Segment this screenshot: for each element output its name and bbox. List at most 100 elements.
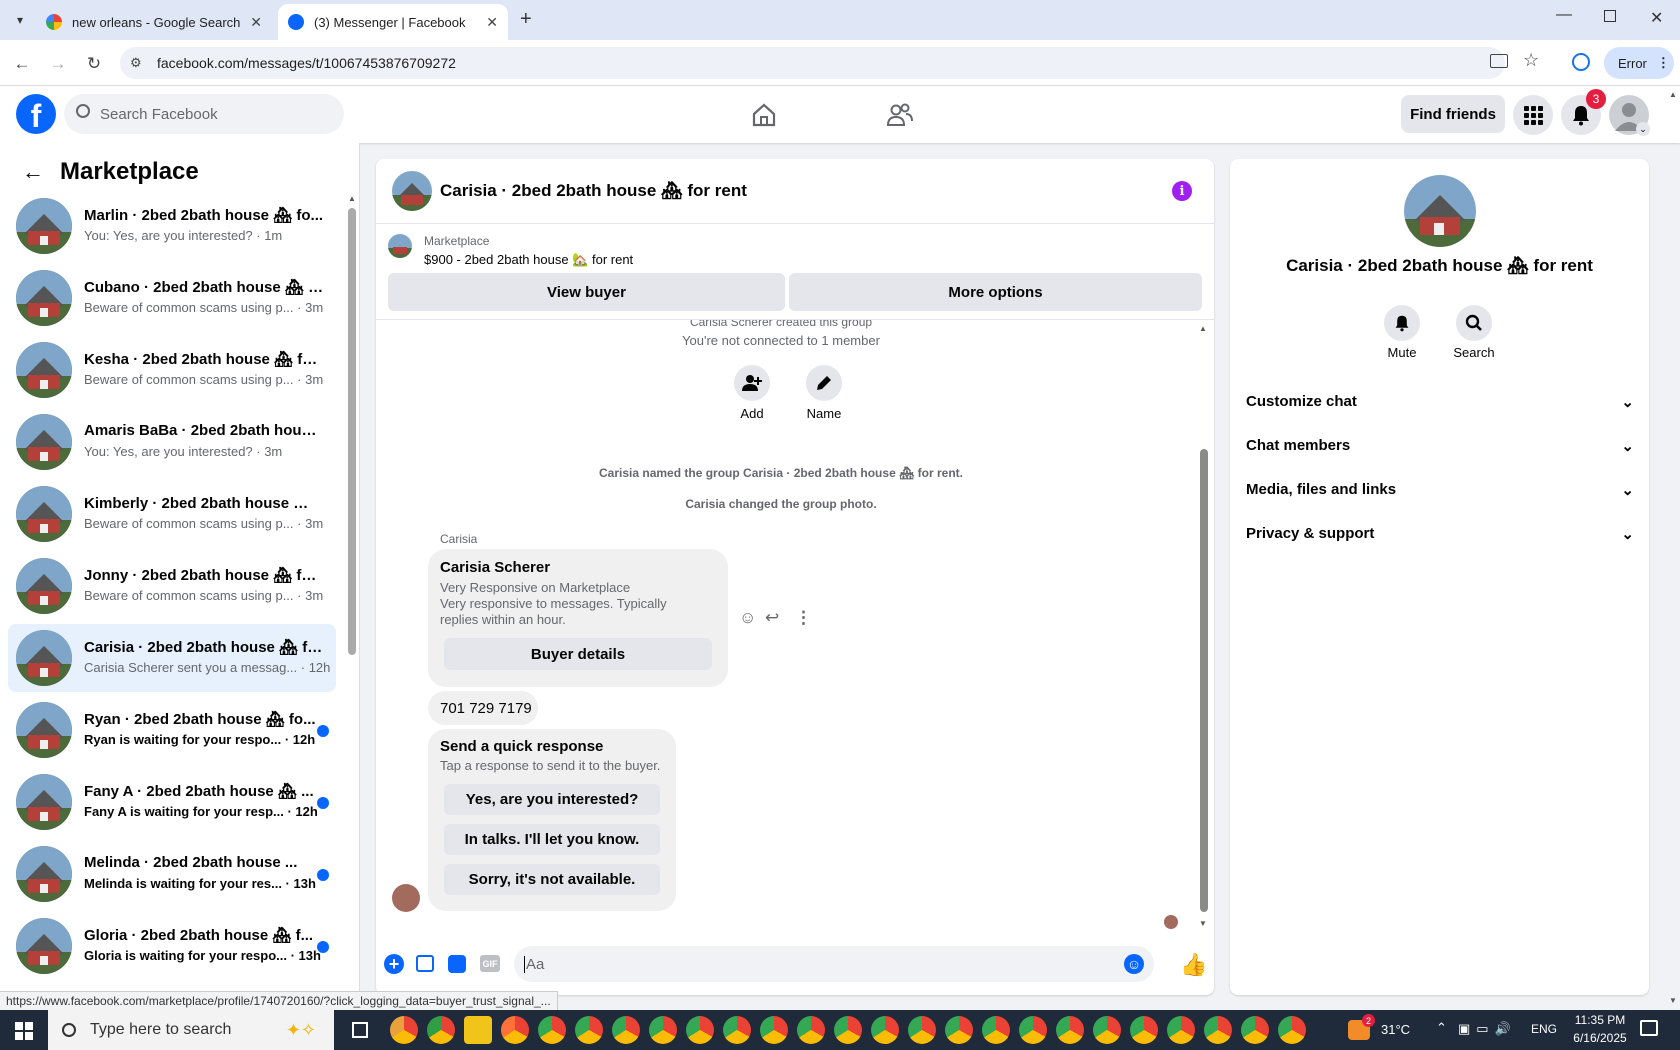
chat-scroll-down-arrow[interactable]: ▼ bbox=[1199, 919, 1207, 928]
customize-chat-section[interactable]: Customize chat ⌄ bbox=[1246, 393, 1634, 411]
chat-scroll-up-arrow[interactable]: ▲ bbox=[1199, 324, 1207, 333]
chrome-icon[interactable] bbox=[390, 1016, 418, 1044]
group-avatar[interactable] bbox=[392, 171, 432, 211]
conversation-list-scrollbar[interactable] bbox=[348, 208, 356, 655]
chrome-icon[interactable] bbox=[908, 1016, 936, 1044]
chrome-icon[interactable] bbox=[1056, 1016, 1084, 1044]
friends-icon[interactable] bbox=[886, 102, 914, 128]
chrome-icon[interactable] bbox=[871, 1016, 899, 1044]
like-icon[interactable]: 👍 bbox=[1180, 952, 1207, 978]
conversation-item[interactable]: Jonny · 2bed 2bath house 🏘 for... Beware … bbox=[8, 552, 336, 620]
chrome-icon[interactable] bbox=[1204, 1016, 1232, 1044]
new-tab-button[interactable]: + bbox=[520, 8, 532, 31]
restore-button[interactable] bbox=[1604, 10, 1616, 22]
install-icon[interactable] bbox=[1490, 54, 1508, 68]
plus-icon[interactable]: + bbox=[384, 954, 404, 974]
react-icon[interactable]: ☺ bbox=[739, 608, 756, 628]
chrome-icon[interactable] bbox=[686, 1016, 714, 1044]
chrome-icon[interactable] bbox=[1130, 1016, 1158, 1044]
clock-time[interactable]: 11:35 PM bbox=[1568, 1013, 1632, 1027]
conversation-item[interactable]: Kimberly · 2bed 2bath house 🏘 ... Beware … bbox=[8, 480, 336, 548]
chat-scrollbar[interactable] bbox=[1200, 449, 1208, 912]
conversation-item[interactable]: Fany A · 2bed 2bath house 🏘 ... Fany A is… bbox=[8, 768, 336, 836]
chrome-icon[interactable] bbox=[1241, 1016, 1269, 1044]
file-explorer-icon[interactable] bbox=[464, 1016, 492, 1044]
reply-icon[interactable]: ↩ bbox=[765, 608, 779, 628]
close-icon[interactable]: ✕ bbox=[486, 14, 498, 31]
chevron-down-icon[interactable]: ⌄ bbox=[1636, 122, 1650, 136]
facebook-logo-icon[interactable]: f bbox=[16, 94, 56, 134]
input-language[interactable]: ENG bbox=[1531, 1022, 1557, 1036]
scroll-up-arrow[interactable]: ▲ bbox=[348, 194, 356, 203]
emoji-icon[interactable]: ☺ bbox=[1124, 954, 1144, 974]
listing-thumbnail[interactable] bbox=[388, 234, 412, 258]
tab-search-icon[interactable]: ▾ bbox=[10, 10, 30, 30]
conversation-item[interactable]: Amaris BaBa · 2bed 2bath house... You: Ye… bbox=[8, 408, 336, 476]
taskbar-search-input[interactable]: Type here to search ✦✧ bbox=[48, 1010, 334, 1050]
info-icon[interactable]: i bbox=[1172, 181, 1192, 201]
chrome-icon[interactable] bbox=[1093, 1016, 1121, 1044]
conversation-item[interactable]: Marlin · 2bed 2bath house 🏘 fo... You: Ye… bbox=[8, 192, 336, 260]
facebook-search-input[interactable]: Search Facebook bbox=[64, 94, 344, 134]
profile-icon[interactable] bbox=[1572, 53, 1590, 71]
windows-start-icon[interactable] bbox=[15, 1022, 33, 1040]
sender-avatar[interactable] bbox=[392, 884, 420, 912]
conversation-item[interactable]: Ryan · 2bed 2bath house 🏘 fo... Ryan is w… bbox=[8, 696, 336, 764]
site-info-icon[interactable]: ⚙ bbox=[130, 55, 142, 71]
chrome-icon[interactable] bbox=[649, 1016, 677, 1044]
rename-group-button[interactable] bbox=[806, 365, 842, 401]
bookmark-star-icon[interactable]: ☆ bbox=[1523, 50, 1539, 71]
menu-grid-icon[interactable] bbox=[1513, 95, 1553, 135]
find-friends-button[interactable]: Find friends bbox=[1401, 95, 1505, 133]
chat-members-section[interactable]: Chat members ⌄ bbox=[1246, 437, 1634, 455]
quick-response-in-talks[interactable]: In talks. I'll let you know. bbox=[444, 824, 660, 855]
search-chat-button[interactable] bbox=[1456, 305, 1492, 341]
quick-response-not-available[interactable]: Sorry, it's not available. bbox=[444, 864, 660, 895]
conversation-item[interactable]: Melinda · 2bed 2bath house ... Melinda is… bbox=[8, 840, 336, 908]
quick-response-yes[interactable]: Yes, are you interested? bbox=[444, 784, 660, 815]
more-icon[interactable]: ⋮ bbox=[795, 608, 812, 628]
chrome-icon[interactable] bbox=[1019, 1016, 1047, 1044]
profile-error-button[interactable]: Error ⋮ bbox=[1604, 47, 1674, 79]
group-photo[interactable] bbox=[1404, 175, 1476, 247]
listing-title[interactable]: $900 - 2bed 2bath house 🏡 for rent bbox=[424, 252, 633, 268]
conversation-item[interactable]: Kesha · 2bed 2bath house 🏘 for... Beware … bbox=[8, 336, 336, 404]
chrome-icon[interactable] bbox=[427, 1016, 455, 1044]
view-buyer-button[interactable]: View buyer bbox=[388, 273, 785, 311]
chrome-icon[interactable] bbox=[1167, 1016, 1195, 1044]
chrome-icon[interactable] bbox=[612, 1016, 640, 1044]
tray-icons[interactable]: ▣▭🔊 bbox=[1458, 1021, 1517, 1037]
chrome-icon[interactable] bbox=[797, 1016, 825, 1044]
chrome-icon[interactable] bbox=[575, 1016, 603, 1044]
chrome-icon[interactable] bbox=[945, 1016, 973, 1044]
photo-icon[interactable] bbox=[416, 955, 434, 972]
gif-icon[interactable]: GIF bbox=[480, 955, 500, 972]
home-icon[interactable] bbox=[751, 102, 777, 128]
privacy-support-section[interactable]: Privacy & support ⌄ bbox=[1246, 525, 1634, 543]
close-window-button[interactable]: ✕ bbox=[1650, 8, 1663, 28]
temperature[interactable]: 31°C bbox=[1381, 1022, 1410, 1037]
chrome-icon[interactable] bbox=[760, 1016, 788, 1044]
chrome-icon[interactable] bbox=[1278, 1016, 1306, 1044]
conversation-item[interactable]: Cubano · 2bed 2bath house 🏘 f... Beware o… bbox=[8, 264, 336, 332]
forward-button[interactable]: → bbox=[46, 52, 70, 76]
add-member-button[interactable] bbox=[734, 365, 770, 401]
firefox-icon[interactable] bbox=[501, 1016, 529, 1044]
message-input[interactable]: Aa ☺ bbox=[514, 946, 1154, 982]
buyer-details-button[interactable]: Buyer details bbox=[444, 638, 712, 670]
chrome-icon[interactable] bbox=[723, 1016, 751, 1044]
tab-messenger[interactable]: (3) Messenger | Facebook ✕ bbox=[278, 4, 508, 40]
more-options-button[interactable]: More options bbox=[789, 273, 1202, 311]
clock-date[interactable]: 6/16/2025 bbox=[1568, 1031, 1632, 1045]
page-scroll-up-arrow[interactable]: ▲ bbox=[1669, 90, 1677, 99]
page-scroll-down-arrow[interactable]: ▼ bbox=[1669, 996, 1677, 1005]
tray-chevron-icon[interactable]: ⌃ bbox=[1436, 1020, 1447, 1036]
tab-google-search[interactable]: new orleans - Google Search ✕ bbox=[36, 4, 272, 40]
chrome-icon[interactable] bbox=[538, 1016, 566, 1044]
conversation-item[interactable]: Carisia · 2bed 2bath house 🏘 fo... Carisi… bbox=[8, 624, 336, 692]
back-button[interactable]: ← bbox=[10, 52, 34, 76]
task-view-icon[interactable] bbox=[352, 1022, 368, 1038]
back-arrow-icon[interactable]: ← bbox=[22, 159, 44, 185]
notification-center-icon[interactable] bbox=[1640, 1020, 1658, 1036]
close-icon[interactable]: ✕ bbox=[250, 14, 262, 31]
